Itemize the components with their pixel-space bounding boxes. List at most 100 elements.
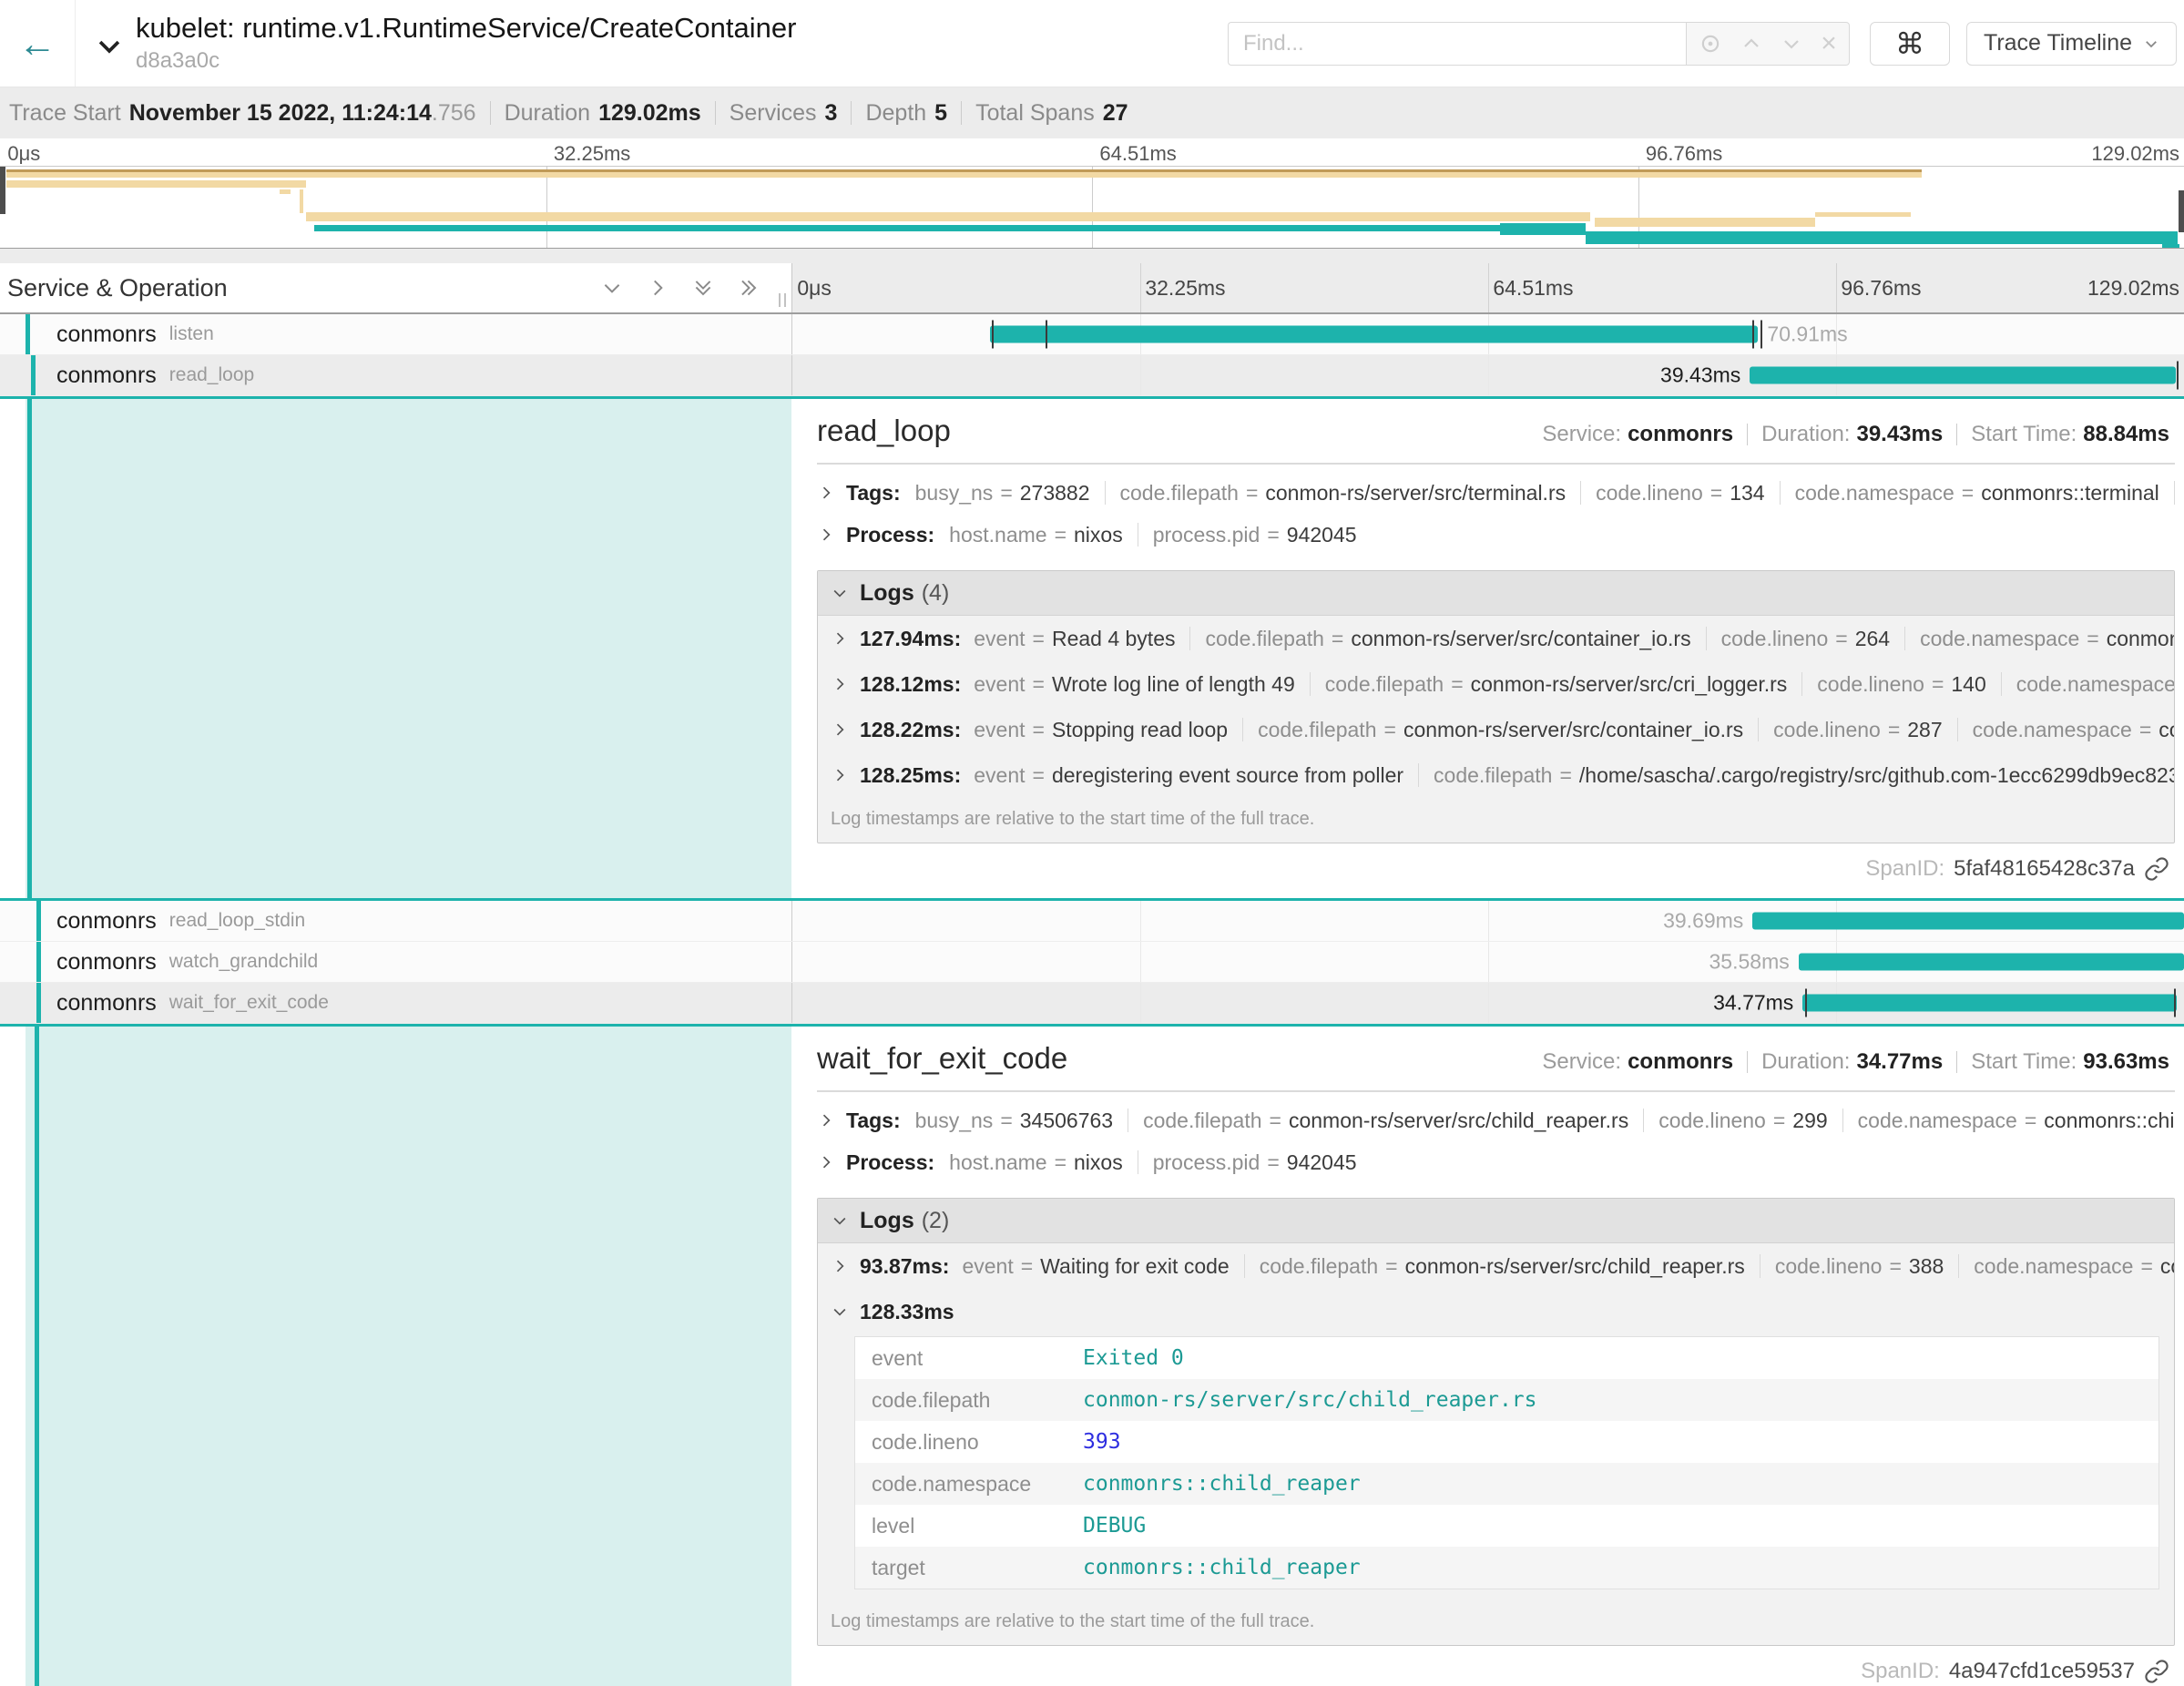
span-duration-bar[interactable] bbox=[990, 326, 1758, 343]
minimap-tick-labels: 0μs32.25ms64.51ms96.76ms129.02ms bbox=[0, 138, 2184, 166]
span-duration-bar[interactable] bbox=[1752, 913, 2184, 930]
find-input[interactable] bbox=[1228, 22, 1686, 66]
field-key: event bbox=[962, 1254, 1013, 1279]
expand-all-icon[interactable] bbox=[737, 276, 760, 300]
chevron-right-icon[interactable] bbox=[831, 629, 849, 648]
view-selector-button[interactable]: Trace Timeline bbox=[1966, 22, 2177, 66]
log-field: event=Stopping read loop bbox=[974, 718, 1228, 742]
span-row-name-cell[interactable]: conmonrsread_loop bbox=[0, 355, 791, 395]
summary-value: 5 bbox=[934, 100, 947, 127]
log-field: code.namespace=co… bbox=[2016, 672, 2174, 697]
collapse-trace-chevron-icon[interactable] bbox=[94, 31, 125, 62]
stat-label: Service: bbox=[1542, 1049, 1621, 1075]
span-row-name-cell[interactable]: conmonrslisten bbox=[0, 314, 791, 354]
kv-field: busy_ns=273882 bbox=[915, 481, 1090, 506]
span-service-name: conmonrs bbox=[56, 990, 157, 1017]
log-kv-row: targetconmonrs::child_reaper bbox=[855, 1547, 2158, 1589]
chevron-right-icon[interactable] bbox=[831, 1257, 849, 1275]
chevron-right-icon[interactable] bbox=[817, 1153, 835, 1171]
chevron-right-icon[interactable] bbox=[831, 766, 849, 784]
field-key: busy_ns bbox=[915, 481, 994, 506]
span-log-marker bbox=[1760, 321, 1762, 349]
span-row-name-cell[interactable]: conmonrswatch_grandchild bbox=[0, 942, 791, 982]
span-duration-bar[interactable] bbox=[1802, 995, 2177, 1012]
logs-panel-header[interactable]: Logs(4) bbox=[818, 571, 2174, 616]
log-kv-row: code.namespaceconmonrs::child_reaper bbox=[855, 1463, 2158, 1505]
log-entry-row[interactable]: 128.25ms:event=deregistering event sourc… bbox=[818, 752, 2174, 798]
span-duration-bar[interactable] bbox=[1750, 367, 2176, 384]
log-kv-value: conmonrs::child_reaper bbox=[1083, 1556, 1361, 1579]
chevron-right-icon[interactable] bbox=[817, 526, 835, 544]
back-button[interactable]: ← bbox=[0, 0, 76, 87]
link-icon[interactable] bbox=[2144, 1659, 2169, 1684]
span-row[interactable]: conmonrswait_for_exit_code34.77ms bbox=[0, 983, 2184, 1024]
expand-one-icon[interactable] bbox=[646, 276, 669, 300]
find-clear-icon[interactable]: × bbox=[1821, 28, 1837, 59]
field-value: 264 bbox=[1855, 627, 1890, 651]
span-row-timeline-cell[interactable]: 39.43ms bbox=[791, 355, 2184, 395]
chevron-down-icon bbox=[831, 1211, 849, 1230]
field-value: conmon-rs/server/src/container_io.rs bbox=[1403, 718, 1743, 742]
log-kv-row: code.lineno393 bbox=[855, 1421, 2158, 1463]
span-row-timeline-cell[interactable]: 70.91ms bbox=[791, 314, 2184, 354]
field-equals: = bbox=[1267, 1150, 1279, 1175]
minimap-span-bar-tan bbox=[306, 212, 1590, 221]
span-log-marker bbox=[2177, 362, 2179, 390]
chevron-down-icon[interactable] bbox=[831, 1303, 849, 1321]
field-equals: = bbox=[1267, 523, 1279, 547]
log-entry-row[interactable]: 128.22ms:event=Stopping read loopcode.fi… bbox=[818, 707, 2174, 752]
log-entry-row[interactable]: 93.87ms:event=Waiting for exit codecode.… bbox=[818, 1243, 2174, 1289]
span-row[interactable]: conmonrsread_loop 39.43ms bbox=[0, 355, 2184, 396]
field-value: 134 bbox=[1730, 481, 1764, 506]
field-key: event bbox=[974, 718, 1025, 742]
span-row-timeline-cell[interactable]: 35.58ms bbox=[791, 942, 2184, 982]
log-entry-row[interactable]: 128.33ms bbox=[818, 1289, 2174, 1334]
summary-value: November 15 2022, 11:24:14 bbox=[129, 100, 432, 127]
span-row[interactable]: conmonrsread_loop_stdin39.69ms bbox=[0, 901, 2184, 942]
field-key: code.filepath bbox=[1120, 481, 1239, 506]
find-next-icon[interactable] bbox=[1781, 33, 1802, 55]
chevron-right-icon[interactable] bbox=[817, 484, 835, 502]
span-row[interactable]: conmonrslisten70.91ms bbox=[0, 314, 2184, 355]
locate-icon[interactable] bbox=[1699, 32, 1722, 56]
tick-label: 64.51ms bbox=[1493, 276, 1573, 301]
minimap-span-bar-teal bbox=[1500, 223, 1586, 235]
chevron-right-icon[interactable] bbox=[817, 1111, 835, 1129]
field-key: code.lineno bbox=[1775, 1254, 1883, 1279]
span-duration-label: 39.43ms bbox=[1660, 363, 1740, 388]
logs-count: (4) bbox=[922, 580, 950, 607]
logs-panel-header[interactable]: Logs(2) bbox=[818, 1199, 2174, 1243]
span-detail-stats: Service:conmonrsDuration:34.77msStart Ti… bbox=[1542, 1049, 2175, 1075]
log-field: code.lineno=388 bbox=[1775, 1254, 1944, 1279]
minimap-left-handle[interactable] bbox=[0, 167, 5, 214]
stat-separator bbox=[1956, 1051, 1957, 1073]
summary-separator bbox=[851, 101, 852, 125]
kv-field: code.namespace=conmonrs::terminal bbox=[1795, 481, 2159, 506]
find-prev-icon[interactable] bbox=[1740, 33, 1762, 55]
minimap-footer-strip bbox=[0, 249, 2184, 263]
chevron-right-icon[interactable] bbox=[831, 720, 849, 739]
field-equals: = bbox=[1033, 672, 1045, 697]
log-entry-row[interactable]: 127.94ms:event=Read 4 bytescode.filepath… bbox=[818, 616, 2174, 661]
timeline-minimap[interactable] bbox=[0, 166, 2184, 249]
minimap-right-handle[interactable] bbox=[2179, 190, 2184, 232]
span-row-name-cell[interactable]: conmonrswait_for_exit_code bbox=[0, 983, 791, 1023]
link-icon[interactable] bbox=[2144, 856, 2169, 882]
section-label: Tags: bbox=[846, 1109, 901, 1133]
keyboard-shortcuts-button[interactable]: ⌘ bbox=[1870, 22, 1950, 66]
column-resizer-grip[interactable] bbox=[779, 293, 786, 307]
span-row-timeline-cell[interactable]: 39.69ms bbox=[791, 901, 2184, 941]
span-row[interactable]: conmonrswatch_grandchild35.58ms bbox=[0, 942, 2184, 983]
chevron-right-icon[interactable] bbox=[831, 675, 849, 693]
kv-field: code.filepath=conmon-rs/server/src/termi… bbox=[1120, 481, 1567, 506]
collapse-all-icon[interactable] bbox=[600, 276, 624, 300]
collapse-deep-icon[interactable] bbox=[691, 276, 715, 300]
log-entry-row[interactable]: 128.12ms:event=Wrote log line of length … bbox=[818, 661, 2174, 707]
trace-summary-bar: Trace StartNovember 15 2022, 11:24:14.75… bbox=[0, 87, 2184, 138]
summary-value: 3 bbox=[825, 100, 838, 127]
span-row-timeline-cell[interactable]: 34.77ms bbox=[791, 983, 2184, 1023]
span-detail-header: wait_for_exit_codeService:conmonrsDurati… bbox=[817, 1041, 2175, 1076]
span-duration-bar[interactable] bbox=[1799, 954, 2184, 971]
span-row-name-cell[interactable]: conmonrsread_loop_stdin bbox=[0, 901, 791, 941]
span-id-label: SpanID: bbox=[1861, 1659, 1940, 1684]
